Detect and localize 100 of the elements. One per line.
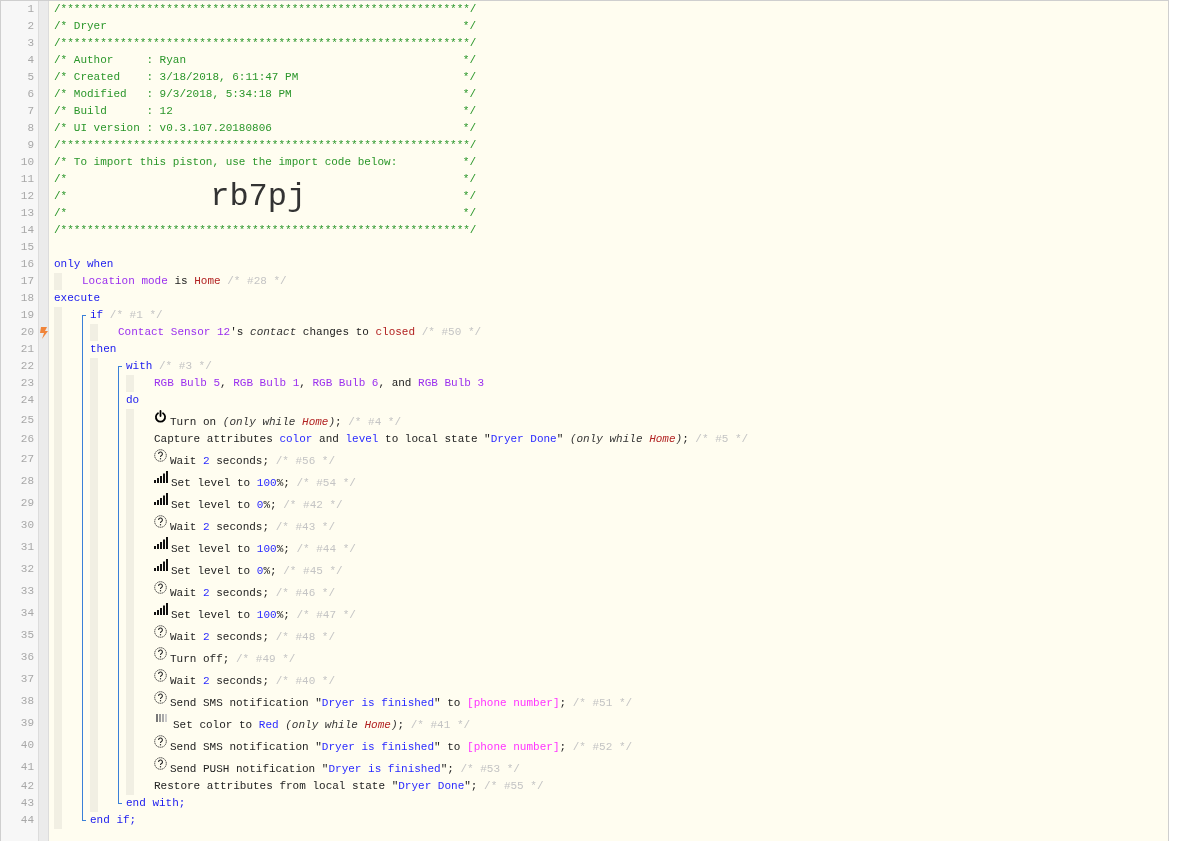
code-line: Send SMS notification "Dryer is finished" to [phone number]; /* #51 */ (170, 696, 633, 711)
signal-bars-icon (154, 559, 168, 571)
line-number: 3 (27, 36, 34, 51)
line-number: 21 (20, 342, 34, 357)
line-number: 12 (20, 189, 34, 204)
line-number: 39 (20, 715, 34, 731)
line-number: 8 (27, 121, 34, 136)
line-number: 26 (20, 432, 34, 447)
signal-bars-icon (154, 493, 168, 505)
line-number: 1 (27, 2, 34, 17)
line-number: 20 (20, 325, 34, 340)
code-line: only when (54, 257, 114, 272)
signal-bars-icon (154, 603, 168, 615)
line-number: 36 (20, 649, 34, 665)
line-number: 18 (20, 291, 34, 306)
line-number: 33 (20, 583, 34, 599)
code-line: Set color to Red (only while Home); /* #41 */ (173, 718, 471, 733)
line-number: 29 (20, 495, 34, 511)
line-number: 43 (20, 796, 34, 811)
line-number: 30 (20, 517, 34, 533)
help-icon (154, 647, 167, 660)
line-number: 4 (27, 53, 34, 68)
line-number: 16 (20, 257, 34, 272)
code-comment: */ (462, 189, 476, 204)
line-number: 5 (27, 70, 34, 85)
line-number: 6 (27, 87, 34, 102)
line-number: 25 (20, 412, 34, 428)
code-line: Restore attributes from local state "Dryer Done"; /* #55 */ (154, 779, 544, 794)
code-line: Capture attributes color and level to local state "Dryer Done" (only while Home); /* #5 */ (154, 432, 749, 447)
code-line: do (126, 393, 140, 408)
code-line: Set level to 100%; /* #47 */ (171, 608, 356, 623)
line-number: 11 (20, 172, 34, 187)
code-line: /* Created : 3/18/2018, 6:11:47 PM */ (54, 70, 476, 85)
code-line: Location mode is Home /* #28 */ (82, 274, 287, 289)
line-number: 17 (20, 274, 34, 289)
line-number: 40 (20, 737, 34, 753)
line-number: 9 (27, 138, 34, 153)
code-line: /* Dryer */ (54, 19, 476, 34)
code-comment: /* (54, 189, 68, 204)
line-number: 38 (20, 693, 34, 709)
line-number: 19 (20, 308, 34, 323)
code-line: Wait 2 seconds; /* #48 */ (170, 630, 336, 645)
code-line: end with; (126, 796, 186, 811)
line-number: 13 (20, 206, 34, 221)
code-line: /**************************************************************/ (54, 223, 477, 238)
line-number: 23 (20, 376, 34, 391)
code-line: with /* #3 */ (126, 359, 212, 374)
line-number: 24 (20, 393, 34, 408)
line-number: 7 (27, 104, 34, 119)
code-line: Wait 2 seconds; /* #43 */ (170, 520, 336, 535)
code-line: Set level to 0%; /* #42 */ (171, 498, 343, 513)
code-line: Wait 2 seconds; /* #46 */ (170, 586, 336, 601)
code-line: /**************************************************************/ (54, 2, 477, 17)
help-icon (154, 625, 167, 638)
code-line: execute (54, 291, 101, 306)
line-number: 22 (20, 359, 34, 374)
code-line: /**************************************************************/ (54, 138, 477, 153)
help-icon (154, 735, 167, 748)
code-line: /* Modified : 9/3/2018, 5:34:18 PM */ (54, 87, 476, 102)
code-line: Wait 2 seconds; /* #40 */ (170, 674, 336, 689)
line-number: 31 (20, 539, 34, 555)
signal-bars-icon (154, 471, 168, 483)
line-number: 10 (20, 155, 34, 170)
line-number: 34 (20, 605, 34, 621)
line-number: 41 (20, 759, 34, 775)
code-line: Set level to 100%; /* #44 */ (171, 542, 356, 557)
help-icon (154, 757, 167, 770)
help-icon (154, 515, 167, 528)
line-number: 27 (20, 451, 34, 467)
code-line: Turn on (only while Home); /* #4 */ (170, 415, 402, 430)
line-number: 44 (20, 813, 34, 828)
help-icon (154, 669, 167, 682)
code-line: /* UI version : v0.3.107.20180806 */ (54, 121, 476, 136)
code-line: /**************************************************************/ (54, 36, 477, 51)
line-number: 28 (20, 473, 34, 489)
code-line: Set level to 0%; /* #45 */ (171, 564, 343, 579)
help-icon (154, 581, 167, 594)
power-icon (154, 410, 167, 423)
code-line: /* Author : Ryan */ (54, 53, 476, 68)
line-number: 2 (27, 19, 34, 34)
code-line: then (90, 342, 117, 357)
code-line: Send PUSH notification "Dryer is finished"; /* #53 */ (170, 762, 520, 777)
code-line: Send SMS notification "Dryer is finished" to [phone number]; /* #52 */ (170, 740, 633, 755)
code-line: end if; (90, 813, 137, 828)
line-number: 37 (20, 671, 34, 687)
code-line: Contact Sensor 12's contact changes to closed /* #50 */ (118, 325, 482, 340)
help-icon (154, 449, 167, 462)
line-number: 14 (20, 223, 34, 238)
code-line: Turn off; /* #49 */ (170, 652, 296, 667)
code-line: RGB Bulb 5, RGB Bulb 1, RGB Bulb 6, and RGB Bulb 3 (154, 376, 485, 391)
line-number: 32 (20, 561, 34, 577)
line-number: 15 (20, 240, 34, 255)
code-line: /* Build : 12 */ (54, 104, 476, 119)
code-line: Wait 2 seconds; /* #56 */ (170, 454, 336, 469)
line-number: 42 (20, 779, 34, 794)
color-swatch-icon (156, 714, 168, 722)
code-line: Set level to 100%; /* #54 */ (171, 476, 356, 491)
signal-bars-icon (154, 537, 168, 549)
help-icon (154, 691, 167, 704)
code-line: /* To import this piston, use the import code below: */ (54, 155, 476, 170)
